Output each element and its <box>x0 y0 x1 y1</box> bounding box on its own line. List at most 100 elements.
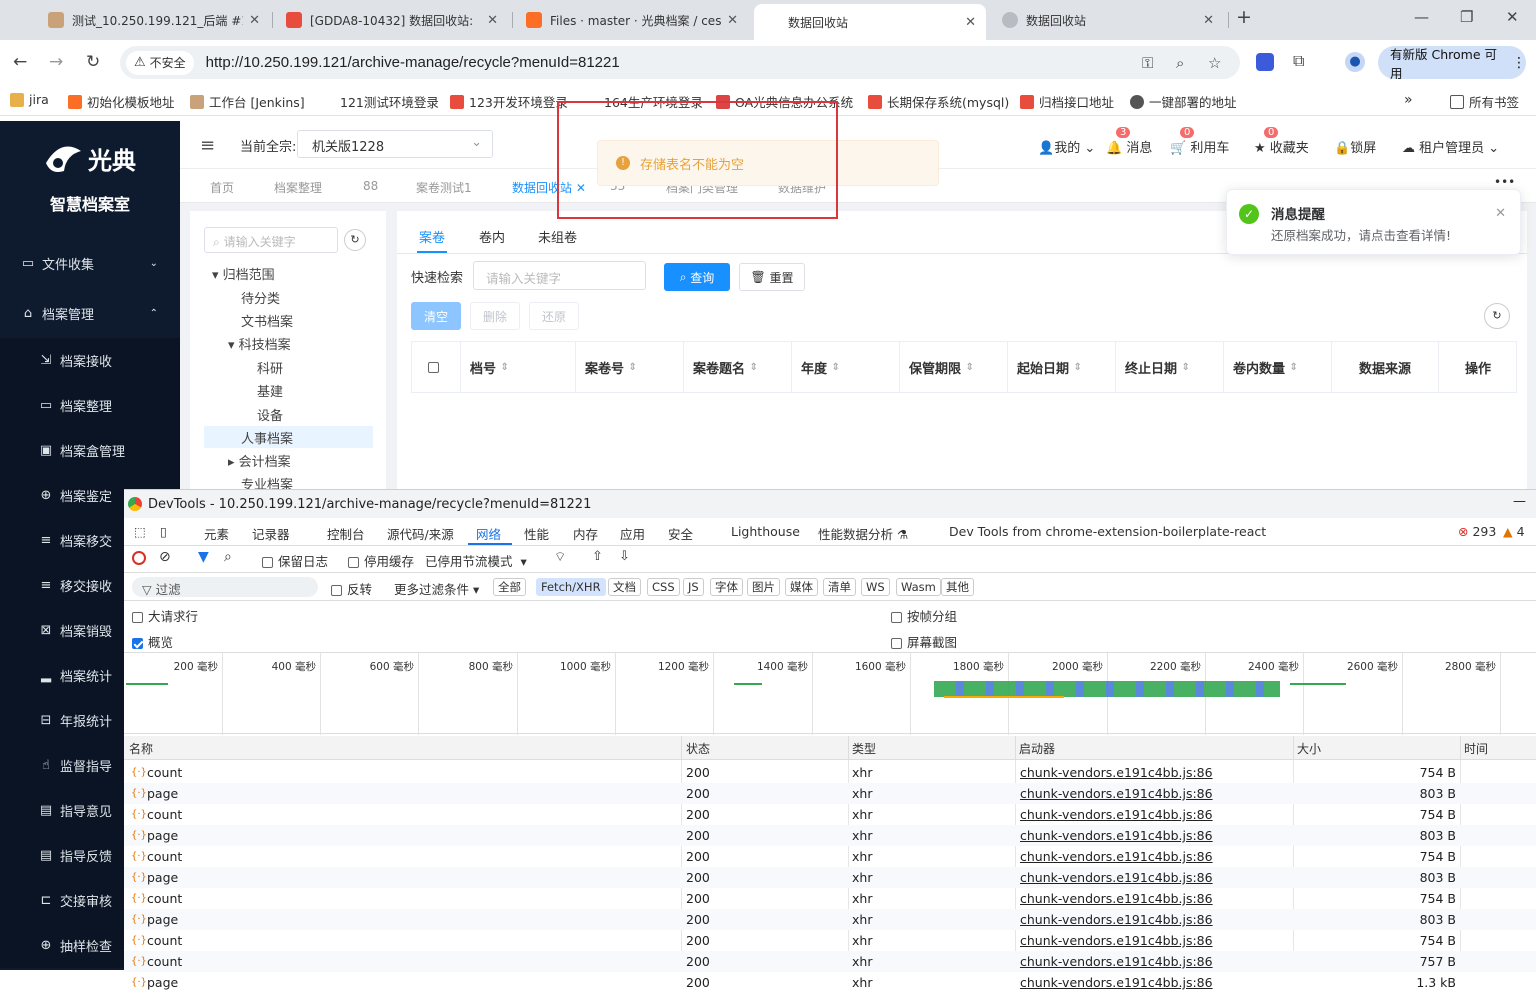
import-har-icon[interactable]: ⇧ <box>592 549 603 564</box>
request-initiator[interactable]: chunk-vendors.e191c4bb.js:86 <box>1020 954 1213 969</box>
network-request-row[interactable]: {·} page 200 xhr chunk-vendors.e191c4bb.js:8… <box>124 909 1536 930</box>
new-tab-button[interactable]: + <box>1236 6 1252 28</box>
browser-tab[interactable]: 数据回收站 ✕ <box>992 6 1224 34</box>
network-request-row[interactable]: {·} count 200 xhr chunk-vendors.e191c4bb.js:… <box>124 762 1536 783</box>
close-tab-icon[interactable]: ✕ <box>487 13 498 28</box>
browser-tab-active[interactable]: 数据回收站 ✕ <box>754 4 986 40</box>
refresh-table-icon[interactable]: ↻ <box>1484 303 1510 329</box>
network-request-row[interactable]: {·} page 200 xhr chunk-vendors.e191c4bb.js:8… <box>124 825 1536 846</box>
tree-node[interactable]: ▾ 归档范围 <box>212 264 275 283</box>
devtools-tab[interactable]: 性能 <box>524 524 549 543</box>
tree-node[interactable]: ▾ 科技档案 <box>228 334 291 353</box>
filter-input[interactable]: ▽ 过滤 <box>132 577 318 597</box>
fonds-select[interactable]: 机关版1228 ⌄ <box>297 130 493 158</box>
col-initiator[interactable]: 启动器 <box>1019 740 1055 757</box>
tag-item[interactable]: 档案整理 <box>274 179 322 196</box>
col-time[interactable]: 时间 <box>1464 740 1488 757</box>
network-request-row[interactable]: {·} page 200 xhr chunk-vendors.e191c4bb.js:8… <box>124 972 1536 993</box>
col-status[interactable]: 状态 <box>686 740 710 757</box>
big-rows-toggle[interactable]: 大请求行 <box>132 606 198 625</box>
disable-cache-toggle[interactable]: 停用缓存 <box>348 551 414 570</box>
column-header[interactable]: 案卷题名 ⇕ <box>684 341 792 393</box>
bookmark-item[interactable]: 121测试环境登录 <box>340 92 439 111</box>
export-har-icon[interactable]: ⇩ <box>619 549 630 564</box>
omnibox[interactable]: ⚠ 不安全 http://10.250.199.121/archive-mana… <box>120 46 1240 79</box>
type-chip[interactable]: 字体 <box>710 578 743 596</box>
tree-search-input[interactable]: ⌕ 请输入关键字 <box>204 227 338 253</box>
devtools-tab[interactable]: 元素 <box>204 524 229 543</box>
insecure-chip[interactable]: ⚠ 不安全 <box>126 50 194 75</box>
submenu-item[interactable]: ⇲ 档案接收 <box>0 338 180 383</box>
tab-dossier[interactable]: 案卷 <box>419 227 445 246</box>
select-all-checkbox[interactable] <box>427 361 439 373</box>
minimize-icon[interactable]: — <box>1513 494 1526 509</box>
tree-node[interactable]: 基建 <box>257 381 283 400</box>
favorites[interactable]: ★ 0 收藏夹 <box>1254 127 1309 156</box>
bookmark-item[interactable]: 长期保存系统(mysql) <box>868 92 1009 111</box>
submenu-item[interactable]: ▭ 档案整理 <box>0 383 180 428</box>
network-request-row[interactable]: {·} page 200 xhr chunk-vendors.e191c4bb.js:8… <box>124 783 1536 804</box>
lock-screen[interactable]: 🔒锁屏 <box>1334 137 1376 156</box>
tree-node[interactable]: 设备 <box>257 405 283 424</box>
devtools-tab[interactable]: 内存 <box>573 524 598 543</box>
restore-button[interactable]: 还原 <box>529 302 579 330</box>
query-button[interactable]: ⌕ 查询 <box>664 263 730 291</box>
close-tab-icon[interactable]: ✕ <box>965 15 976 30</box>
col-size[interactable]: 大小 <box>1297 740 1321 757</box>
type-chip[interactable]: 媒体 <box>785 578 818 596</box>
cart[interactable]: 🛒 0 利用车 <box>1170 127 1229 156</box>
delete-button[interactable]: 删除 <box>470 302 520 330</box>
profile-avatar-icon[interactable]: ● <box>1345 52 1365 72</box>
network-conditions-icon[interactable]: ⌔ <box>554 549 566 565</box>
request-initiator[interactable]: chunk-vendors.e191c4bb.js:86 <box>1020 849 1213 864</box>
devtools-tab[interactable]: Dev Tools from chrome-extension-boilerpl… <box>949 524 1266 539</box>
device-toolbar-icon[interactable]: ▯ <box>160 524 167 539</box>
menu-archive-management[interactable]: ⌂ 档案管理 ⌃ <box>0 293 180 333</box>
type-chip[interactable]: Wasm <box>896 578 941 596</box>
inspect-icon[interactable]: ⬚ <box>134 524 146 539</box>
menu-file-collection[interactable]: ▭ 文件收集 ⌄ <box>0 243 180 283</box>
column-header[interactable]: 档号 ⇕ <box>461 341 576 393</box>
preserve-log-toggle[interactable]: 保留日志 <box>262 551 328 570</box>
devtools-tab[interactable]: 应用 <box>620 524 645 543</box>
type-chip[interactable]: 图片 <box>747 578 780 596</box>
forward-icon[interactable]: → <box>49 52 63 72</box>
bookmark-item[interactable]: 初始化模板地址 <box>68 92 175 111</box>
close-window-icon[interactable]: ✕ <box>1506 8 1519 26</box>
devtools-tab[interactable]: 控制台 <box>327 524 365 543</box>
refresh-icon[interactable]: ↻ <box>344 229 366 251</box>
hamburger-icon[interactable]: ≡ <box>200 135 215 156</box>
search-icon[interactable]: ⌕ <box>224 549 232 565</box>
network-request-row[interactable]: {·} page 200 xhr chunk-vendors.e191c4bb.js:8… <box>124 867 1536 888</box>
request-initiator[interactable]: chunk-vendors.e191c4bb.js:86 <box>1020 786 1213 801</box>
column-header[interactable]: 案卷号 ⇕ <box>576 341 684 393</box>
column-header[interactable]: 终止日期 ⇕ <box>1116 341 1224 393</box>
bookmark-star-icon[interactable]: ☆ <box>1208 54 1221 72</box>
notification-body[interactable]: 还原档案成功，请点击查看详情! <box>1271 225 1451 244</box>
column-header[interactable]: 卷内数量 ⇕ <box>1224 341 1332 393</box>
request-initiator[interactable]: chunk-vendors.e191c4bb.js:86 <box>1020 975 1213 990</box>
col-name[interactable]: 名称 <box>129 740 153 757</box>
zoom-icon[interactable]: ⌕ <box>1176 54 1184 72</box>
tab-in-volume[interactable]: 卷内 <box>479 227 505 246</box>
key-icon[interactable]: ⚿ <box>1142 54 1153 72</box>
all-bookmarks[interactable]: 所有书签 <box>1450 92 1519 111</box>
type-chip-selected[interactable]: Fetch/XHR <box>536 578 606 596</box>
close-icon[interactable]: ✕ <box>1495 206 1506 221</box>
tenant-menu[interactable]: ☁ 租户管理员 ⌄ <box>1402 137 1499 156</box>
tag-item[interactable]: 88 <box>363 179 378 193</box>
browser-tab[interactable]: Files · master · 光典档案 / cesi ✕ <box>516 6 748 34</box>
type-chip[interactable]: 清单 <box>823 578 856 596</box>
request-initiator[interactable]: chunk-vendors.e191c4bb.js:86 <box>1020 870 1213 885</box>
type-chip[interactable]: WS <box>861 578 890 596</box>
more-bookmarks-icon[interactable]: » <box>1404 92 1413 108</box>
devtools-tab[interactable]: 安全 <box>668 524 693 543</box>
network-overview-timeline[interactable]: 200 毫秒 400 毫秒 600 毫秒 800 毫秒 1000 毫秒 1200… <box>124 652 1536 735</box>
type-chip[interactable]: 文档 <box>608 578 641 596</box>
bookmark-item[interactable]: 工作台 [Jenkins] <box>190 92 305 111</box>
network-request-row[interactable]: {·} count 200 xhr chunk-vendors.e191c4bb.js:… <box>124 888 1536 909</box>
clear-icon[interactable]: ⊘ <box>159 549 171 565</box>
request-initiator[interactable]: chunk-vendors.e191c4bb.js:86 <box>1020 912 1213 927</box>
overview-toggle[interactable]: 概览 <box>132 632 173 651</box>
url-text[interactable]: http://10.250.199.121/archive-manage/rec… <box>206 54 620 71</box>
